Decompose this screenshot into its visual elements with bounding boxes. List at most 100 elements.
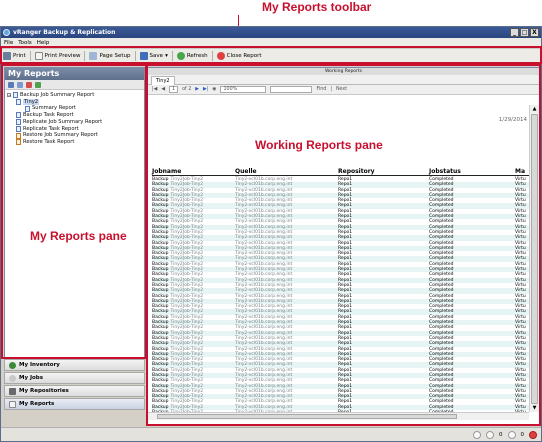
nav-my-inventory-label: My Inventory (19, 361, 60, 368)
next-page-icon[interactable]: ▶ (195, 87, 199, 92)
next-link[interactable]: Next (336, 87, 347, 92)
tree-item[interactable]: Backup Task Report (7, 112, 144, 119)
last-page-icon[interactable]: ▶| (203, 87, 208, 92)
find-separator: | (330, 87, 332, 92)
nav-my-jobs[interactable]: My Jobs (4, 372, 145, 384)
previous-page-icon[interactable]: ◀ (161, 87, 165, 92)
cell-jobname-redacted: Tiny2Job-Tiny2 (170, 362, 204, 368)
tree-item-label: Replicate Job Summary Report (23, 118, 103, 125)
cell-jobname-redacted: Tiny2Job-Tiny2 (170, 219, 204, 225)
my-reports-pane-tools (5, 80, 144, 90)
cell-jobname-redacted: Tiny2Job-Tiny2 (170, 187, 204, 193)
refresh-label: Refresh (186, 53, 208, 59)
status-alert-icon[interactable] (529, 430, 537, 439)
toolbar-separator (84, 51, 86, 61)
menu-tools[interactable]: Tools (18, 38, 32, 48)
nav-my-reports[interactable]: My Reports (4, 398, 145, 410)
save-icon (139, 52, 148, 60)
cell-jobname-redacted: Tiny2Job-Tiny2 (170, 261, 204, 267)
cell-jobname-type: Backup (152, 277, 169, 283)
cell-jobname-type: Backup (152, 256, 169, 262)
page-count: of 2 (182, 87, 192, 92)
cell-jobname-redacted: Tiny2Job-Tiny2 (170, 309, 204, 315)
tree-item[interactable]: Replicate Job Summary Report (7, 119, 144, 126)
maximize-button[interactable]: □ (520, 28, 529, 37)
report-tab-strip: Tiny2 (148, 75, 539, 85)
save-button[interactable]: Save ▾ (139, 52, 168, 60)
column-header-ma: Ma (515, 168, 526, 175)
find-link[interactable]: Find (316, 87, 326, 92)
nav-my-repositories[interactable]: My Repositories (4, 385, 145, 397)
cell-jobname-type: Backup (152, 362, 169, 368)
tree-item[interactable]: Restore Job Summary Report (7, 132, 144, 139)
cell-jobname-type: Backup (152, 346, 169, 352)
cell-jobname-redacted: Tiny2Job-Tiny2 (170, 293, 204, 299)
column-header-jobname: Jobname (152, 168, 182, 175)
report-tree: − Backup Job Summary Report Tiny2 Summary R… (5, 90, 144, 146)
vertical-scroll-thumb[interactable] (531, 114, 538, 404)
report-viewer-toolbar: |◀ ◀ 1 of 2 ▶ ▶| ◉ 100% Find | Next (148, 85, 539, 95)
report-icon (16, 99, 21, 106)
delete-report-icon[interactable] (26, 81, 32, 88)
first-page-icon[interactable]: |◀ (152, 87, 157, 92)
repositories-icon (9, 387, 16, 395)
nav-my-inventory[interactable]: My Inventory (4, 359, 145, 371)
page-number-input[interactable]: 1 (169, 86, 179, 93)
tree-item[interactable]: Tiny2 (7, 98, 144, 106)
run-report-icon[interactable] (35, 81, 41, 88)
back-icon[interactable]: ◉ (212, 87, 216, 92)
tree-item-label: Restore Task Report (23, 138, 75, 145)
horizontal-scroll-thumb[interactable] (157, 414, 457, 419)
close-report-button[interactable]: Close Report (216, 52, 262, 60)
screenshot-stage: My Reports toolbar vRanger Backup & Repl… (0, 0, 542, 442)
edit-report-icon[interactable] (17, 81, 23, 88)
print-button[interactable]: Print (3, 52, 26, 60)
tree-item-label: Backup Task Report (23, 112, 74, 119)
report-icon (16, 112, 21, 119)
column-header-quelle: Quelle (235, 168, 257, 175)
toolbar-separator (171, 51, 173, 61)
collapse-icon[interactable]: − (7, 93, 11, 98)
page-setup-button[interactable]: Page Setup (89, 52, 131, 60)
tab-tiny2[interactable]: Tiny2 (151, 76, 175, 85)
cell-jobname-redacted: Tiny2Job-Tiny2 (170, 288, 204, 294)
cell-jobname-type: Backup (152, 341, 169, 347)
cell-jobname-redacted: Tiny2Job-Tiny2 (170, 272, 204, 278)
menu-file[interactable]: File (4, 38, 13, 48)
cell-jobname-redacted: Tiny2Job-Tiny2 (170, 314, 204, 320)
minimize-button[interactable]: _ (510, 28, 519, 37)
close-window-button[interactable]: X (530, 28, 539, 37)
cell-jobname-type: Backup (152, 219, 169, 225)
horizontal-scrollbar[interactable] (148, 412, 529, 420)
tree-item[interactable]: Replicate Task Report (7, 126, 144, 133)
cell-jobname-type: Backup (152, 187, 169, 193)
my-reports-pane-title: My Reports (5, 68, 144, 80)
zoom-select[interactable]: 100% (220, 86, 267, 93)
scroll-down-icon[interactable]: ▼ (530, 404, 539, 412)
cell-jobname-type: Backup (152, 235, 169, 241)
working-reports-pane: Working Reports Tiny2 |◀ ◀ 1 of 2 ▶ ▶| ◉… (147, 67, 540, 425)
report-icon (25, 105, 30, 112)
menu-help[interactable]: Help (37, 38, 50, 48)
report-icon (16, 132, 21, 139)
cell-jobname-type: Backup (152, 240, 169, 246)
vertical-scrollbar[interactable]: ▲ ▼ (529, 105, 539, 412)
callout-toolbar: My Reports toolbar (262, 0, 372, 14)
print-preview-button[interactable]: Print Preview (34, 52, 80, 60)
cell-jobname-type: Backup (152, 272, 169, 278)
reports-icon (9, 400, 16, 408)
tree-item[interactable]: Summary Report (7, 105, 144, 112)
find-input[interactable] (270, 86, 313, 93)
chevron-down-icon[interactable]: ▾ (165, 53, 168, 59)
tree-item[interactable]: Restore Task Report (7, 139, 144, 146)
toolbar-separator (211, 51, 213, 61)
page-setup-icon (89, 52, 98, 60)
cell-jobname-redacted: Tiny2Job-Tiny2 (170, 383, 204, 389)
cell-jobname-type: Backup (152, 261, 169, 267)
new-report-icon[interactable] (8, 81, 14, 88)
tree-item[interactable]: − Backup Job Summary Report (7, 92, 144, 99)
scroll-up-icon[interactable]: ▲ (530, 105, 539, 113)
refresh-button[interactable]: Refresh (176, 52, 208, 60)
status-count-running: 0 (499, 431, 503, 438)
report-page: 1/29/2014 Working Reports pane Jobname Q… (148, 105, 529, 412)
